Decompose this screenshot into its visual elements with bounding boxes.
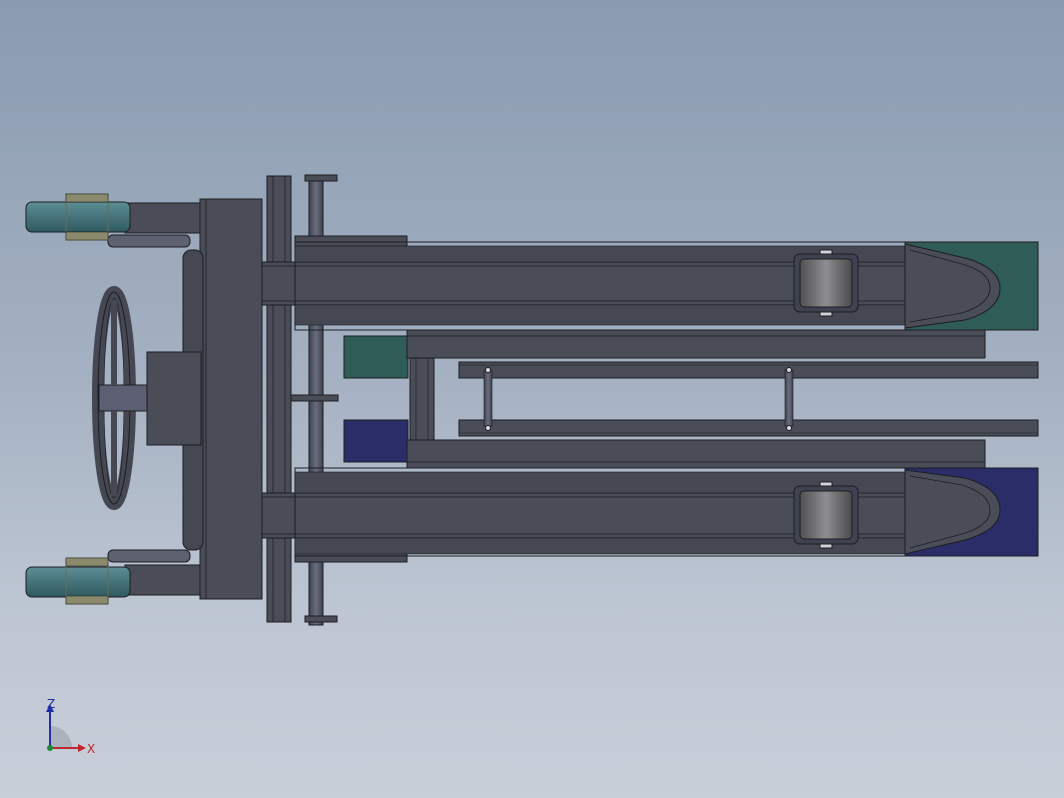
- inner-rail-lower: [406, 419, 1039, 469]
- z-axis-label: Z: [47, 697, 55, 711]
- roller-top: [793, 249, 859, 317]
- x-axis-arrow-icon: [78, 744, 86, 752]
- cad-viewport[interactable]: Z X: [0, 0, 1064, 798]
- steer-wheel-top: [25, 193, 131, 241]
- pallet-truck-model[interactable]: [0, 0, 1064, 798]
- fork-bottom: [261, 467, 1001, 563]
- roller-bottom: [793, 481, 859, 549]
- x-axis-label: X: [87, 742, 95, 756]
- origin-dot-icon: [47, 745, 53, 751]
- inner-rail-upper: [406, 329, 1039, 379]
- axis-triad: Z X: [46, 697, 95, 756]
- tiller-handle: [92, 286, 148, 510]
- fork-top: [261, 235, 1001, 331]
- triad-shade: [50, 726, 72, 748]
- steer-wheel-bottom: [25, 557, 131, 605]
